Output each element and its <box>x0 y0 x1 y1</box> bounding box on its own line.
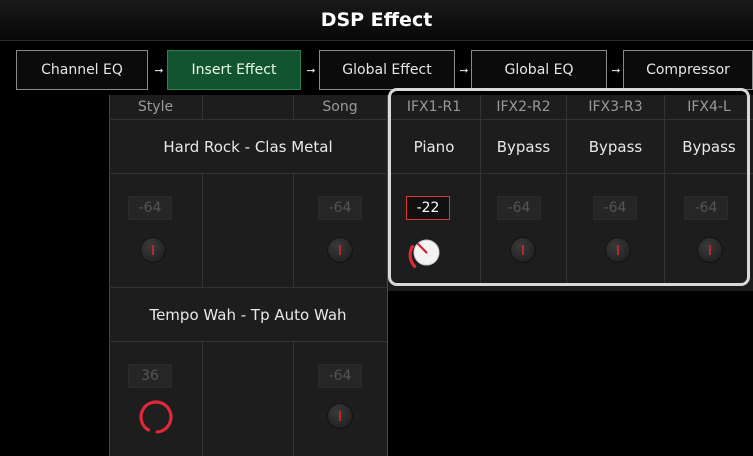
page-title: DSP Effect <box>0 0 753 41</box>
ifx4-value[interactable]: -64 <box>684 196 728 220</box>
ifx3-value[interactable]: -64 <box>593 196 637 220</box>
divider <box>202 341 203 456</box>
song-knob-row1[interactable] <box>327 237 353 263</box>
song-knob-row2[interactable] <box>327 403 353 429</box>
tab-global-eq[interactable]: Global EQ <box>471 50 607 90</box>
divider <box>202 173 203 287</box>
tab-channel-eq[interactable]: Channel EQ <box>16 50 148 90</box>
style-knob-row1[interactable] <box>140 237 166 263</box>
ifx1-value[interactable]: -22 <box>406 196 450 220</box>
tab-compressor[interactable]: Compressor <box>623 50 753 90</box>
effect-name-row2[interactable]: Tempo Wah - Tp Auto Wah <box>109 288 387 341</box>
tab-insert-effect[interactable]: Insert Effect <box>167 50 301 90</box>
arrow-right-icon: ➞ <box>459 63 469 77</box>
column-header-ifx2: IFX2-R2 <box>496 99 551 115</box>
ifx4-knob[interactable] <box>697 237 723 263</box>
song-value-row1[interactable]: -64 <box>318 196 362 220</box>
arrow-right-icon: ➞ <box>154 63 164 77</box>
arrow-right-icon: ➞ <box>611 63 621 77</box>
ifx1-knob[interactable] <box>405 230 449 274</box>
divider <box>293 341 294 456</box>
style-value-row1[interactable]: -64 <box>128 196 172 220</box>
ifx4-part[interactable]: Bypass <box>665 120 753 173</box>
ifx2-value[interactable]: -64 <box>497 196 541 220</box>
ifx3-part[interactable]: Bypass <box>567 120 664 173</box>
style-value-row2[interactable]: 36 <box>128 364 172 388</box>
effect-name-row1[interactable]: Hard Rock - Clas Metal <box>109 120 387 173</box>
ifx1-part[interactable]: Piano <box>388 120 480 173</box>
ifx3-knob[interactable] <box>605 237 631 263</box>
divider <box>293 173 294 287</box>
song-value-row2[interactable]: -64 <box>318 364 362 388</box>
empty-area <box>388 291 753 456</box>
column-header-style: Style <box>137 99 174 115</box>
column-header-ifx4: IFX4-L <box>687 99 731 115</box>
tab-global-effect[interactable]: Global Effect <box>319 50 455 90</box>
column-header-ifx3: IFX3-R3 <box>588 99 643 115</box>
column-header-ifx1: IFX1-R1 <box>406 99 462 115</box>
style-knob-row2[interactable] <box>135 396 177 438</box>
arrow-right-icon: ➞ <box>306 63 316 77</box>
divider <box>202 95 203 119</box>
ifx2-part[interactable]: Bypass <box>481 120 566 173</box>
divider <box>109 173 753 174</box>
column-header-song: Song <box>322 99 358 115</box>
divider <box>109 341 387 342</box>
ifx2-knob[interactable] <box>510 237 536 263</box>
